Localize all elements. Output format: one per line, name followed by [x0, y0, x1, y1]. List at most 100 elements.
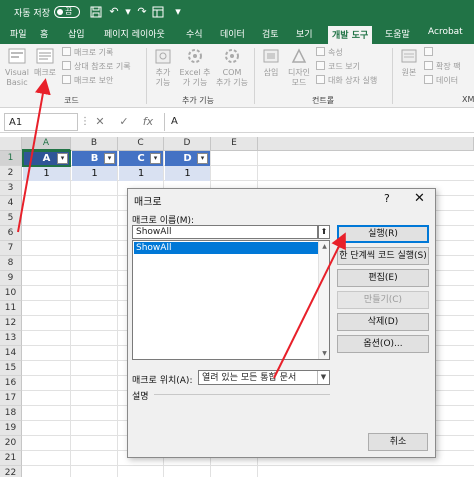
xml-source-button[interactable]: 원본: [396, 47, 422, 78]
save-icon[interactable]: [88, 4, 104, 20]
macro-security-button[interactable]: 매크로 보안: [62, 75, 113, 87]
table-data-cell[interactable]: 1: [72, 166, 117, 181]
options-button[interactable]: 옵션(O)...: [337, 335, 429, 353]
row-header[interactable]: 19: [0, 421, 22, 436]
edit-button[interactable]: 편집(E): [337, 269, 429, 287]
row-header[interactable]: 9: [0, 271, 22, 286]
chevron-down-icon[interactable]: ▼: [317, 371, 329, 384]
macro-location-select[interactable]: 열려 있는 모든 통합 문서 ▼: [198, 370, 330, 385]
cancel-button[interactable]: 취소: [368, 433, 428, 451]
visual-basic-icon: [8, 48, 26, 64]
visual-basic-button[interactable]: Visual Basic: [4, 47, 30, 88]
help-icon[interactable]: ?: [384, 192, 390, 205]
row-header[interactable]: 17: [0, 391, 22, 406]
cancel-entry-icon[interactable]: ✕: [92, 114, 108, 130]
com-addins-button[interactable]: COM 추가 기능: [214, 47, 250, 88]
column-header-c[interactable]: C: [118, 137, 164, 151]
row-header[interactable]: 8: [0, 256, 22, 271]
filter-dropdown-icon[interactable]: ▾: [104, 153, 115, 164]
refresh-data-button[interactable]: 데이터: [424, 75, 458, 87]
view-code-button[interactable]: 코드 보기: [316, 61, 360, 73]
formula-bar-grip[interactable]: ⋮: [80, 116, 90, 127]
table-data-cell[interactable]: 1: [165, 166, 210, 181]
run-dialog-icon: [316, 75, 325, 84]
row-header[interactable]: 11: [0, 301, 22, 316]
row-header[interactable]: 22: [0, 466, 22, 477]
formula-input[interactable]: A: [164, 113, 470, 131]
macro-name-input[interactable]: ShowAll: [132, 225, 318, 239]
filter-dropdown-icon[interactable]: ▾: [197, 153, 208, 164]
close-icon[interactable]: ✕: [414, 191, 425, 206]
tab-data[interactable]: 데이터: [220, 27, 245, 40]
scroll-up-icon[interactable]: ▲: [320, 242, 329, 251]
column-header-d[interactable]: D: [164, 137, 211, 151]
table-header-cell[interactable]: D ▾: [165, 151, 210, 166]
upload-arrow-icon[interactable]: ⬆: [318, 225, 330, 239]
name-box[interactable]: A1: [4, 113, 78, 131]
tab-acrobat[interactable]: Acrobat: [428, 27, 463, 37]
row-header[interactable]: 4: [0, 196, 22, 211]
row-header[interactable]: 7: [0, 241, 22, 256]
record-macro-button[interactable]: 매크로 기록: [62, 47, 113, 59]
column-header-a[interactable]: A: [22, 137, 71, 151]
autosave-toggle[interactable]: 끔: [54, 6, 80, 18]
tab-help[interactable]: 도움말: [385, 27, 410, 40]
customize-icon[interactable]: [150, 4, 166, 20]
row-header[interactable]: 20: [0, 436, 22, 451]
tab-home[interactable]: 홈: [40, 27, 48, 40]
redo-icon[interactable]: ↷: [134, 4, 150, 20]
table-header-cell[interactable]: C ▾: [119, 151, 163, 166]
design-mode-button[interactable]: 디자인 모드: [286, 47, 312, 88]
row-header[interactable]: 5: [0, 211, 22, 226]
row-header[interactable]: 15: [0, 361, 22, 376]
grid-column-line: [70, 151, 71, 477]
addins-label: 추가 기능: [155, 68, 171, 87]
macro-button[interactable]: 매크로: [32, 47, 58, 78]
row-header[interactable]: 16: [0, 376, 22, 391]
macro-location-label: 매크로 위치(A):: [132, 376, 193, 386]
properties-button[interactable]: 속성: [316, 47, 343, 59]
relative-reference-button[interactable]: 상대 참조로 기록: [62, 61, 131, 73]
insert-function-icon[interactable]: fx: [140, 114, 156, 130]
xml-props-button[interactable]: [424, 47, 436, 59]
tab-insert[interactable]: 삽입: [68, 27, 85, 40]
scroll-down-icon[interactable]: ▼: [320, 349, 329, 358]
tab-file[interactable]: 파일: [10, 27, 27, 40]
step-into-button[interactable]: 한 단계씩 코드 실행(S): [337, 247, 429, 265]
delete-button[interactable]: 삭제(D): [337, 313, 429, 331]
column-header-e[interactable]: E: [211, 137, 258, 151]
row-header[interactable]: 10: [0, 286, 22, 301]
tab-developer[interactable]: 개발 도구: [328, 26, 373, 44]
table-data-cell[interactable]: 1: [119, 166, 163, 181]
tab-review[interactable]: 검토: [262, 27, 279, 40]
row-header[interactable]: 12: [0, 316, 22, 331]
confirm-entry-icon[interactable]: ✓: [116, 114, 132, 130]
macro-list-scrollbar[interactable]: ▲ ▼: [318, 241, 329, 359]
table-header-cell[interactable]: B ▾: [72, 151, 117, 166]
excel-addins-button[interactable]: Excel 추 가 기능: [178, 47, 212, 88]
quick-access-dropdown-icon[interactable]: ▾: [170, 4, 186, 20]
row-header[interactable]: 6: [0, 226, 22, 241]
row-header[interactable]: 2: [0, 166, 22, 181]
run-dialog-button[interactable]: 대화 상자 실행: [316, 75, 377, 87]
addins-button[interactable]: 추가 기능: [150, 47, 176, 88]
list-item[interactable]: ShowAll: [134, 242, 318, 254]
row-header[interactable]: 13: [0, 331, 22, 346]
row-header[interactable]: 1: [0, 151, 22, 166]
table-data-cell[interactable]: 1: [23, 166, 70, 181]
column-header-b[interactable]: B: [71, 137, 118, 151]
tab-formulas[interactable]: 수식: [186, 27, 203, 40]
row-header[interactable]: 14: [0, 346, 22, 361]
tab-view[interactable]: 보기: [296, 27, 313, 40]
filter-dropdown-icon[interactable]: ▾: [150, 153, 161, 164]
row-header[interactable]: 21: [0, 451, 22, 466]
select-all-corner[interactable]: [0, 137, 22, 151]
row-header[interactable]: 18: [0, 406, 22, 421]
macro-list[interactable]: ShowAll ▲ ▼: [132, 240, 330, 360]
run-button[interactable]: 실행(R): [337, 225, 429, 243]
expansion-pack-button[interactable]: 확장 팩: [424, 61, 461, 73]
tab-page-layout[interactable]: 페이지 레이아웃: [104, 27, 165, 40]
create-button[interactable]: 만들기(C): [337, 291, 429, 309]
insert-control-button[interactable]: 삽입: [258, 47, 284, 78]
row-header[interactable]: 3: [0, 181, 22, 196]
